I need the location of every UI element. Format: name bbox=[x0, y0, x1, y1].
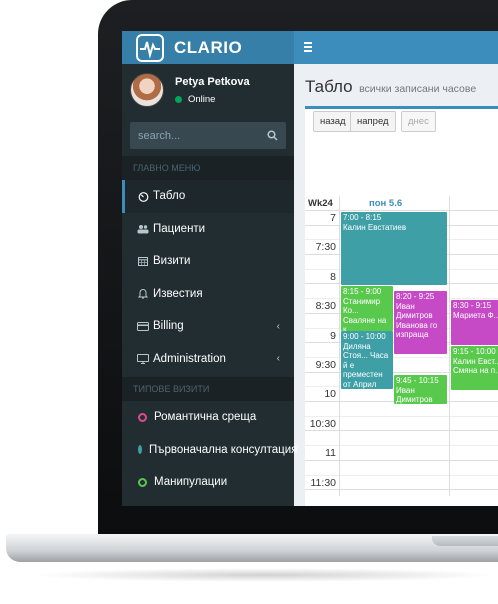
monitor-icon bbox=[137, 353, 149, 365]
time-label: 11 bbox=[325, 447, 336, 460]
online-dot-icon bbox=[175, 95, 182, 103]
sidebar: CLARIO Petya Petkova Online ГЛАВНО МЕНЮ bbox=[122, 31, 298, 506]
sidebar-item-label: Известия bbox=[153, 287, 203, 300]
sidebar-item-label: Administration bbox=[153, 352, 226, 365]
sidebar-item-billing[interactable]: Billing ‹ bbox=[122, 310, 294, 343]
menu-toggle-icon[interactable] bbox=[304, 42, 312, 54]
users-icon bbox=[137, 223, 149, 235]
event-time: 7:00 - 8:15 bbox=[343, 213, 382, 222]
status-label: Online bbox=[188, 93, 216, 105]
event-title: Иван Димитров Иванова го изпраща bbox=[396, 301, 438, 340]
visit-type-romantic[interactable]: Романтична среща bbox=[122, 401, 294, 434]
time-slot-row[interactable]: 11:30 bbox=[305, 476, 498, 491]
visit-type-manipulations[interactable]: Манипулации bbox=[122, 466, 294, 499]
chevron-left-icon: ‹ bbox=[276, 353, 280, 365]
week-number: Wk24 bbox=[308, 198, 333, 209]
top-navbar bbox=[294, 31, 498, 64]
calendar-event[interactable]: 9:00 - 10:00 Диляна Стоя... Часа й е пре… bbox=[341, 331, 393, 389]
circle-icon bbox=[138, 477, 147, 487]
visit-type-label: Романтична среща bbox=[154, 411, 257, 424]
visit-type-initial-consultation[interactable]: Първоначална консултация bbox=[122, 434, 298, 467]
sidebar-item-label: Визити bbox=[153, 255, 191, 268]
today-button[interactable]: днес bbox=[401, 111, 436, 132]
sidebar-item-label: Пациенти bbox=[153, 222, 206, 235]
user-status: Online bbox=[175, 94, 250, 105]
time-label: 9 bbox=[330, 329, 336, 342]
time-label: 7 bbox=[330, 212, 336, 224]
time-slot-row[interactable] bbox=[305, 432, 498, 447]
calendar-event[interactable]: 8:30 - 9:15 Мариета Ф... bbox=[451, 300, 498, 345]
event-time: 8:20 - 9:25 bbox=[396, 292, 435, 301]
credit-card-icon bbox=[137, 320, 149, 332]
time-label: 11:30 bbox=[310, 476, 337, 489]
time-label: 10:30 bbox=[309, 417, 336, 430]
calendar-event[interactable]: 7:00 - 8:15 Калин Евстатиев bbox=[341, 212, 447, 285]
sidebar-item-administration[interactable]: Administration ‹ bbox=[122, 343, 294, 376]
page-title: Табло всички записани часове bbox=[305, 77, 476, 97]
time-slot-row[interactable]: 10:30 bbox=[305, 417, 498, 432]
main-content: Табло всички записани часове назад напре… bbox=[294, 64, 498, 506]
event-time: 9:45 - 10:15 bbox=[396, 376, 439, 385]
laptop-shadow bbox=[30, 568, 498, 582]
user-panel: Petya Petkova Online bbox=[122, 64, 294, 116]
sidebar-item-notifications[interactable]: Известия bbox=[122, 278, 294, 311]
event-time: 8:15 - 9:00 bbox=[343, 287, 382, 296]
calendar-event[interactable]: 9:45 - 10:15 Иван Димитров bbox=[394, 375, 447, 404]
dashboard-icon bbox=[137, 190, 149, 202]
laptop-base bbox=[6, 534, 498, 562]
search-box bbox=[130, 122, 286, 149]
main-menu-header: ГЛАВНО МЕНЮ bbox=[122, 156, 294, 180]
app-screen: CLARIO Petya Petkova Online ГЛАВНО МЕНЮ bbox=[122, 31, 498, 506]
logo-icon bbox=[136, 33, 164, 62]
circle-icon bbox=[138, 445, 142, 455]
user-name: Petya Petkova bbox=[175, 75, 250, 88]
calendar-event[interactable]: 8:20 - 9:25 Иван Димитров Иванова го изп… bbox=[394, 291, 447, 354]
visit-types-header: ТИПОВЕ ВИЗИТИ bbox=[122, 377, 294, 401]
event-time: 9:15 - 10:00 bbox=[453, 347, 496, 356]
search-icon[interactable] bbox=[267, 130, 278, 141]
visit-type-label: Първоначална консултация bbox=[149, 443, 298, 456]
time-label: 10 bbox=[324, 388, 336, 401]
visit-type-label: Манипулации bbox=[154, 476, 228, 489]
event-title: Мариета Ф... bbox=[453, 310, 498, 320]
calendar-event[interactable]: 8:15 - 9:00 Станимир Ко... Сваляне на к.… bbox=[341, 286, 393, 331]
page-subtitle: всички записани часове bbox=[359, 83, 477, 95]
event-time: 8:30 - 9:15 bbox=[453, 301, 492, 310]
calendar-header: Wk24 пон 5.6 вт bbox=[305, 196, 498, 211]
event-title: Иван Димитров bbox=[396, 385, 433, 405]
time-slot-row[interactable] bbox=[305, 402, 498, 417]
sidebar-item-patients[interactable]: Пациенти bbox=[122, 213, 294, 246]
sidebar-item-label: Billing bbox=[153, 320, 184, 333]
avatar[interactable] bbox=[130, 73, 164, 107]
day-column-divider bbox=[449, 196, 450, 496]
search-input[interactable] bbox=[138, 129, 258, 142]
event-title: Калин Евст... Смяна на п... bbox=[453, 356, 498, 376]
event-title: Диляна Стоя... Часа й е преместен от Апр… bbox=[343, 341, 389, 389]
time-label: 7:30 bbox=[315, 241, 336, 254]
chevron-left-icon: ‹ bbox=[276, 320, 280, 332]
next-button[interactable]: напред bbox=[350, 111, 396, 132]
time-label: 8 bbox=[330, 270, 336, 283]
time-slot-row[interactable] bbox=[305, 461, 498, 476]
sidebar-item-label: Табло bbox=[153, 190, 186, 203]
event-title: Станимир Ко... Сваляне на к... bbox=[343, 296, 387, 332]
bell-icon bbox=[137, 288, 149, 300]
prev-button[interactable]: назад bbox=[313, 111, 353, 132]
circle-icon bbox=[138, 412, 147, 422]
sidebar-item-visits[interactable]: Визити bbox=[122, 245, 294, 278]
logo-bar[interactable]: CLARIO bbox=[122, 31, 294, 64]
laptop-notch bbox=[432, 536, 498, 546]
time-column-divider bbox=[339, 196, 340, 496]
page-title-text: Табло bbox=[305, 77, 353, 96]
calendar-event[interactable]: 9:15 - 10:00 Калин Евст... Смяна на п... bbox=[451, 346, 498, 390]
sidebar-item-dashboard[interactable]: Табло bbox=[122, 180, 294, 213]
app-name: CLARIO bbox=[174, 37, 243, 57]
day-header-mon[interactable]: пон 5.6 bbox=[369, 198, 402, 209]
event-time: 9:00 - 10:00 bbox=[343, 332, 386, 341]
calendar-icon bbox=[137, 255, 149, 267]
time-label: 8:30 bbox=[315, 300, 336, 313]
time-label: 9:30 bbox=[315, 359, 336, 371]
time-slot-row[interactable]: 11 bbox=[305, 446, 498, 461]
event-title: Калин Евстатиев bbox=[343, 222, 407, 232]
